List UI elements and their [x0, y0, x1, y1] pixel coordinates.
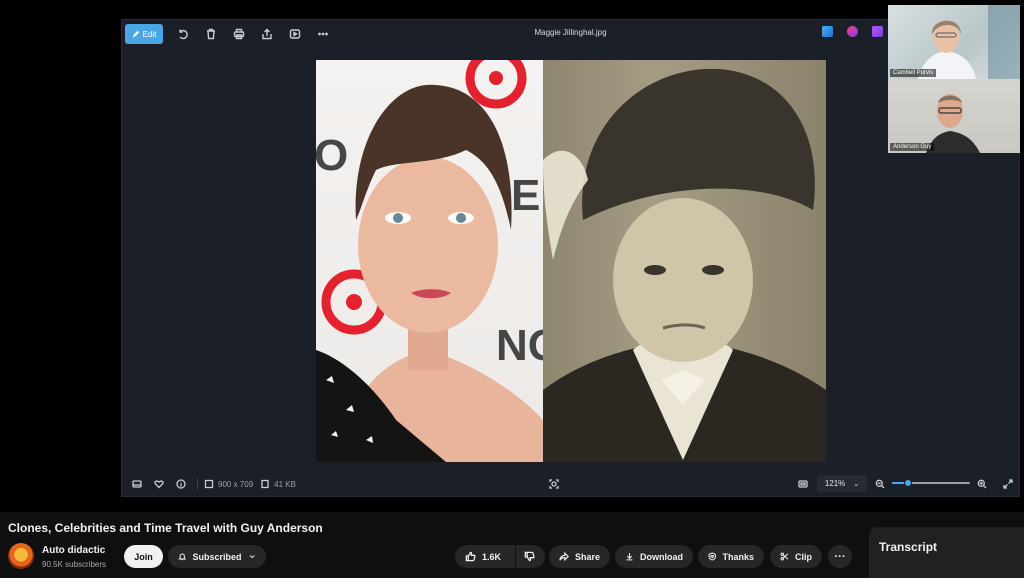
zoom-in-icon — [977, 479, 987, 489]
like-button[interactable]: 1.6K — [455, 545, 515, 568]
edit-label: Edit — [142, 29, 157, 39]
ellipsis-icon — [318, 32, 328, 36]
subscribed-label: Subscribed — [192, 551, 242, 562]
thanks-label: Thanks — [722, 551, 754, 562]
chevron-down-icon — [249, 555, 255, 559]
clip-label: Clip — [795, 551, 812, 562]
zoom-out-button[interactable] — [869, 475, 891, 493]
file-size-icon — [259, 475, 271, 493]
designer-app-icon[interactable] — [822, 26, 833, 37]
divider — [197, 478, 198, 490]
visual-search-icon — [549, 479, 559, 489]
vintage-portrait-image — [543, 68, 826, 462]
thumbs-up-icon — [465, 551, 476, 562]
edit-button[interactable]: Edit — [125, 24, 163, 44]
webcam-name-label: Cambell Purvis — [890, 69, 937, 77]
clip-button[interactable]: Clip — [770, 545, 822, 568]
thanks-heart-icon — [708, 552, 716, 561]
transcript-panel: Transcript — [869, 527, 1024, 578]
scissors-icon — [780, 552, 789, 561]
photo-viewer-window: Edit Maggie Jillinghal.jpg O E N 900 x 7… — [121, 19, 1020, 497]
zoom-out-icon — [875, 479, 885, 489]
share-image-button[interactable] — [253, 23, 281, 45]
video-player[interactable]: Edit Maggie Jillinghal.jpg O E N 900 x 7… — [0, 0, 1024, 512]
displayed-photo: O E NG — [316, 60, 826, 462]
bell-icon — [178, 553, 187, 561]
play-icon — [289, 29, 301, 39]
thanks-button[interactable]: Thanks — [698, 545, 764, 568]
heart-icon — [154, 480, 164, 489]
svg-text:NG: NG — [496, 321, 543, 370]
webcam-person — [926, 94, 980, 153]
rotate-button[interactable] — [169, 23, 197, 45]
trash-icon — [207, 28, 215, 40]
subscriber-count: 90.5K subscribers — [42, 560, 107, 569]
zoom-level-dropdown[interactable]: 121% ⌄ — [817, 475, 867, 492]
fit-window-icon — [798, 480, 808, 488]
fullscreen-button[interactable] — [997, 475, 1019, 493]
join-button[interactable]: Join — [124, 545, 163, 568]
svg-text:E: E — [511, 171, 540, 220]
toolbar-apps — [822, 26, 883, 37]
file-size: 41 KB — [274, 479, 296, 489]
share-button[interactable]: Share — [549, 545, 610, 568]
chevron-down-icon: ⌄ — [853, 480, 860, 488]
webcam-name-label: Anderson Guy — [890, 143, 935, 151]
favorite-button[interactable] — [148, 475, 170, 493]
viewer-toolbar: Edit Maggie Jillinghal.jpg — [122, 20, 1019, 48]
more-actions-button[interactable]: ··· — [828, 545, 852, 568]
share-icon — [262, 28, 272, 40]
dislike-button[interactable] — [516, 545, 545, 568]
share-label: Share — [574, 551, 600, 562]
zoom-level: 121% — [824, 479, 846, 488]
download-icon — [626, 553, 633, 561]
printer-icon — [233, 28, 245, 40]
modern-portrait: O E NG — [316, 60, 543, 462]
zoom-slider-thumb[interactable] — [903, 479, 912, 487]
channel-avatar[interactable] — [8, 543, 34, 569]
filmstrip-icon — [132, 480, 142, 488]
modern-portrait-image: O E NG — [316, 60, 543, 462]
pencil-icon — [132, 30, 139, 38]
more-actions-label: ··· — [834, 550, 846, 563]
zoom-slider[interactable] — [892, 479, 970, 487]
subscribed-button[interactable]: Subscribed — [168, 545, 266, 568]
rotate-icon — [179, 29, 188, 40]
vintage-portrait — [543, 60, 826, 462]
video-title: Clones, Celebrities and Time Travel with… — [8, 521, 323, 535]
download-button[interactable]: Download — [615, 545, 693, 568]
svg-text:O: O — [316, 131, 348, 180]
info-icon — [176, 479, 186, 489]
info-button[interactable] — [170, 475, 192, 493]
dimensions-icon — [203, 475, 215, 493]
webcam-feed: Cambell Purvis — [888, 5, 1020, 79]
delete-button[interactable] — [197, 23, 225, 45]
webcam-feed: Anderson Guy — [888, 79, 1020, 153]
channel-name[interactable]: Auto didactic — [42, 545, 105, 556]
thumbs-down-icon — [524, 551, 535, 562]
expand-icon — [1003, 479, 1013, 489]
share-arrow-icon — [559, 551, 569, 562]
editor-app-icon[interactable] — [872, 26, 883, 37]
print-button[interactable] — [225, 23, 253, 45]
filmstrip-button[interactable] — [126, 475, 148, 493]
more-options-button[interactable] — [309, 23, 337, 45]
transcript-title: Transcript — [879, 540, 938, 554]
webcam-person — [918, 5, 1020, 79]
slideshow-button[interactable] — [281, 23, 309, 45]
zoom-in-button[interactable] — [971, 475, 993, 493]
like-count: 1.6K — [482, 551, 502, 562]
fit-to-window-button[interactable] — [792, 475, 814, 493]
image-dimensions: 900 x 709 — [218, 479, 254, 489]
visual-search-button[interactable] — [543, 475, 565, 493]
download-label: Download — [640, 551, 683, 562]
viewer-statusbar: 900 x 709 41 KB 121% ⌄ — [122, 472, 1019, 496]
clipchamp-app-icon[interactable] — [847, 26, 858, 37]
